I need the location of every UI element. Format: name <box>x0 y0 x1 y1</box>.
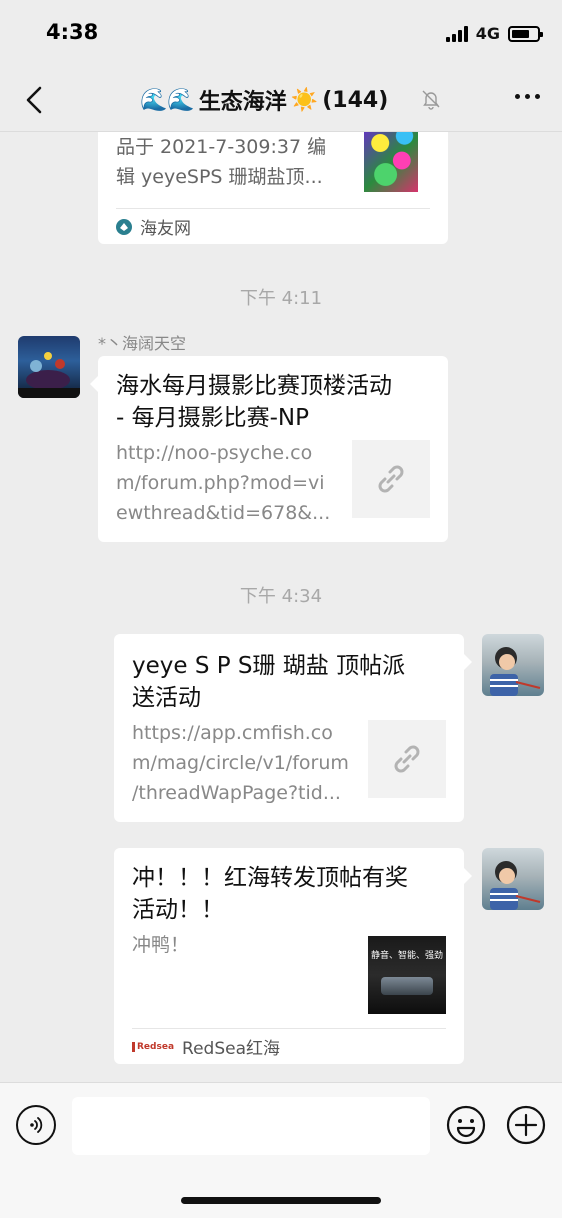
link-card-cmfish[interactable]: yeye S P S珊 瑚盐 顶帖派 送活动 https://app.cmfis… <box>114 634 472 822</box>
timestamp: 下午 4:34 <box>239 586 323 607</box>
message-input[interactable] <box>72 1097 430 1155</box>
card-source: Redsea RedSea红海 <box>132 1028 446 1064</box>
link-card-haiyou[interactable]: 品于 2021-7-309:37 编 辑 yeyeSPS 珊瑚盐顶... 海友网 <box>98 132 448 244</box>
voice-wave-icon <box>30 1117 43 1133</box>
chevron-left-icon <box>26 86 42 114</box>
card-source: 海友网 <box>116 208 430 244</box>
back-button[interactable] <box>18 82 54 118</box>
mute-bell-icon <box>422 90 440 110</box>
link-thumbnail <box>352 440 430 518</box>
emoji-button[interactable] <box>446 1105 486 1145</box>
card-title: 冲！！！红海转发顶帖有奖 活动！！ <box>132 865 408 923</box>
status-time: 4:38 <box>46 20 99 44</box>
home-indicator[interactable] <box>181 1197 381 1204</box>
child-avatar-icon <box>490 647 541 696</box>
wave-emoji-icon: 🌊🌊 <box>140 87 195 113</box>
chat-title[interactable]: 🌊🌊 生态海洋 ☀️ (144) <box>140 84 388 116</box>
input-bar <box>0 1082 562 1218</box>
card-description: 冲鸭！ <box>132 934 190 956</box>
child-avatar-icon <box>490 861 541 910</box>
card-url: http://noo-psyche.co m/forum.php?mod=vi … <box>116 442 331 524</box>
status-bar: 4:38 4G <box>0 0 562 70</box>
sun-emoji-icon: ☀️ <box>290 87 319 113</box>
chat-header: 🌊🌊 生态海洋 ☀️ (144) <box>0 70 562 132</box>
link-thumbnail <box>368 720 446 798</box>
card-title: yeye S P S珊 瑚盐 顶帖派 送活动 <box>132 653 406 711</box>
coral-thumbnail <box>364 132 418 192</box>
avatar[interactable] <box>18 336 80 398</box>
thumbnail-caption: 静音、智能、强劲 <box>370 951 443 961</box>
link-icon <box>394 745 420 773</box>
card-title: 海水每月摄影比赛顶楼活动 - 每月摄影比赛-NP <box>116 373 392 431</box>
link-icon <box>378 465 404 493</box>
plus-button[interactable] <box>506 1105 546 1145</box>
link-card-redsea[interactable]: 冲！！！红海转发顶帖有奖 活动！！ 冲鸭！ 静音、智能、强劲 Redsea Re… <box>114 848 472 1064</box>
timestamp: 下午 4:11 <box>239 288 323 309</box>
card-url: https://app.cmfish.co m/mag/circle/v1/fo… <box>132 722 349 804</box>
battery-icon <box>508 25 543 42</box>
voice-button[interactable] <box>16 1105 56 1145</box>
more-options-button[interactable] <box>515 94 540 99</box>
member-count: (144) <box>322 87 389 113</box>
link-card-noo-psyche[interactable]: 海水每月摄影比赛顶楼活动 - 每月摄影比赛-NP http://noo-psyc… <box>90 356 448 542</box>
haiyou-logo-icon <box>116 218 132 235</box>
status-indicators: 4G <box>445 24 543 43</box>
device-shape <box>381 977 433 995</box>
avatar-self[interactable] <box>482 634 544 696</box>
card-description: 品于 2021-7-309:37 编 辑 yeyeSPS 珊瑚盐顶... <box>116 136 327 188</box>
redsea-logo-icon: Redsea <box>132 1041 174 1052</box>
group-name: 生态海洋 <box>198 90 287 115</box>
product-thumbnail: 静音、智能、强劲 <box>368 936 446 1014</box>
network-label: 4G <box>475 24 500 43</box>
aquarium-avatar-icon <box>18 352 80 398</box>
sender-name: *丶海阔天空 <box>98 334 187 353</box>
signal-icon <box>445 25 468 42</box>
chat-messages: 品于 2021-7-309:37 编 辑 yeyeSPS 珊瑚盐顶... 海友网… <box>0 132 562 1082</box>
avatar-self[interactable] <box>482 848 544 910</box>
